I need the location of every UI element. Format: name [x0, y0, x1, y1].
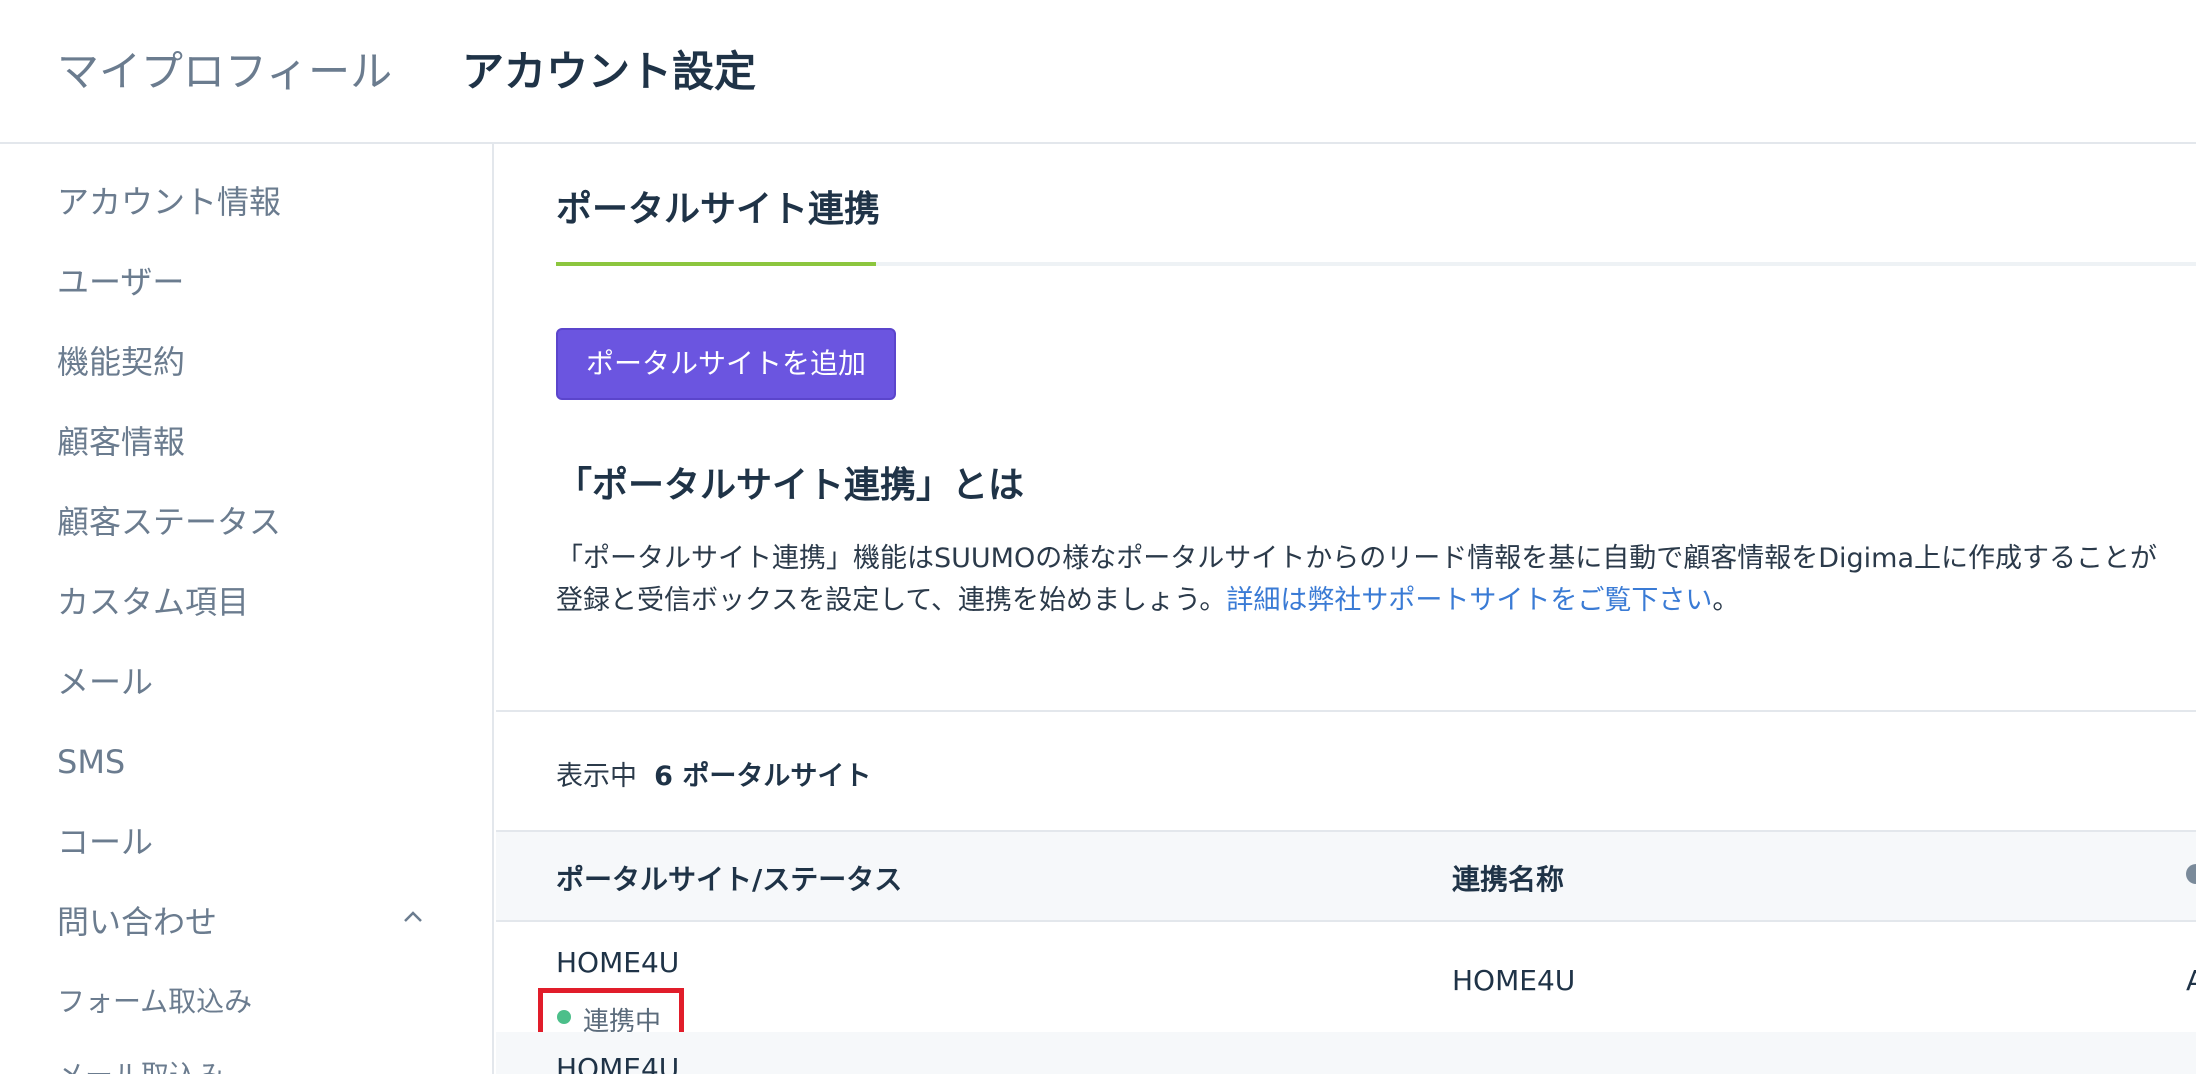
- tab-account-settings[interactable]: アカウント設定: [462, 44, 756, 100]
- column-header-portal-status[interactable]: ポータルサイト/ステータス: [556, 858, 902, 898]
- portal-site-name[interactable]: HOME4U: [556, 946, 679, 979]
- sidebar-item-customer-info[interactable]: 顧客情報: [57, 420, 185, 464]
- sidebar-item-customer-status[interactable]: 顧客ステータス: [57, 500, 281, 544]
- sidebar: アカウント情報 ユーザー 機能契約 顧客情報 顧客ステータス カスタム項目 メー…: [0, 144, 494, 1074]
- sidebar-item-call[interactable]: コール: [57, 820, 153, 864]
- chevron-up-icon[interactable]: [402, 906, 424, 928]
- description-line-2: 登録と受信ボックスを設定して、連携を始めましょう。詳細は弊社サポートサイトをご覧…: [556, 580, 2157, 622]
- divider: [496, 710, 2196, 712]
- sidebar-item-mail[interactable]: メール: [57, 660, 153, 704]
- result-count-prefix: 表示中: [556, 761, 637, 792]
- portal-site-name[interactable]: HOME4U: [556, 1052, 679, 1074]
- column-header-link-name[interactable]: 連携名称: [1452, 858, 1564, 898]
- description-line-1: 「ポータルサイト連携」機能はSUUMOの様なポータルサイトからのリード情報を基に…: [556, 543, 2157, 574]
- section-title[interactable]: ポータルサイト連携: [556, 180, 880, 232]
- table-row[interactable]: HOME4U: [496, 1032, 2196, 1074]
- result-count-value: 6 ポータルサイト: [654, 761, 872, 792]
- table-row[interactable]: HOME4U 連携中 HOME4U A: [496, 922, 2196, 1042]
- tab-my-profile[interactable]: マイプロフィール: [57, 44, 392, 100]
- header: マイプロフィール アカウント設定: [0, 0, 2196, 144]
- about-title: 「ポータルサイト連携」とは: [556, 465, 1025, 506]
- sidebar-item-inquiries[interactable]: 問い合わせ: [57, 900, 217, 944]
- section-tab-active-indicator: [556, 262, 876, 266]
- description-line-2-end: 。: [1712, 585, 1740, 616]
- truncated-cell: A: [2186, 964, 2196, 997]
- column-info-icon: [2186, 864, 2196, 884]
- sidebar-item-sms[interactable]: SMS: [57, 740, 125, 784]
- support-site-link[interactable]: 詳細は弊社サポートサイトをご覧下さい: [1226, 585, 1712, 616]
- status-dot-icon: [557, 1010, 571, 1024]
- sidebar-item-users[interactable]: ユーザー: [57, 260, 184, 304]
- sidebar-item-account-info[interactable]: アカウント情報: [57, 180, 281, 224]
- main-content: ポータルサイト連携 ポータルサイトを追加 「ポータルサイト連携」とは 「ポータル…: [496, 144, 2196, 1074]
- sidebar-item-mail-import[interactable]: メール取込み: [57, 1054, 225, 1074]
- link-name: HOME4U: [1452, 964, 1576, 997]
- sidebar-item-contracts[interactable]: 機能契約: [57, 340, 185, 384]
- add-portal-site-button[interactable]: ポータルサイトを追加: [556, 328, 896, 400]
- description: 「ポータルサイト連携」機能はSUUMOの様なポータルサイトからのリード情報を基に…: [556, 538, 2157, 622]
- table-header: ポータルサイト/ステータス 連携名称: [496, 830, 2196, 922]
- result-count: 表示中 6 ポータルサイト: [556, 754, 871, 793]
- sidebar-item-form-import[interactable]: フォーム取込み: [57, 980, 252, 1024]
- sidebar-item-custom-fields[interactable]: カスタム項目: [57, 580, 249, 624]
- description-line-2-text: 登録と受信ボックスを設定して、連携を始めましょう。: [556, 585, 1227, 616]
